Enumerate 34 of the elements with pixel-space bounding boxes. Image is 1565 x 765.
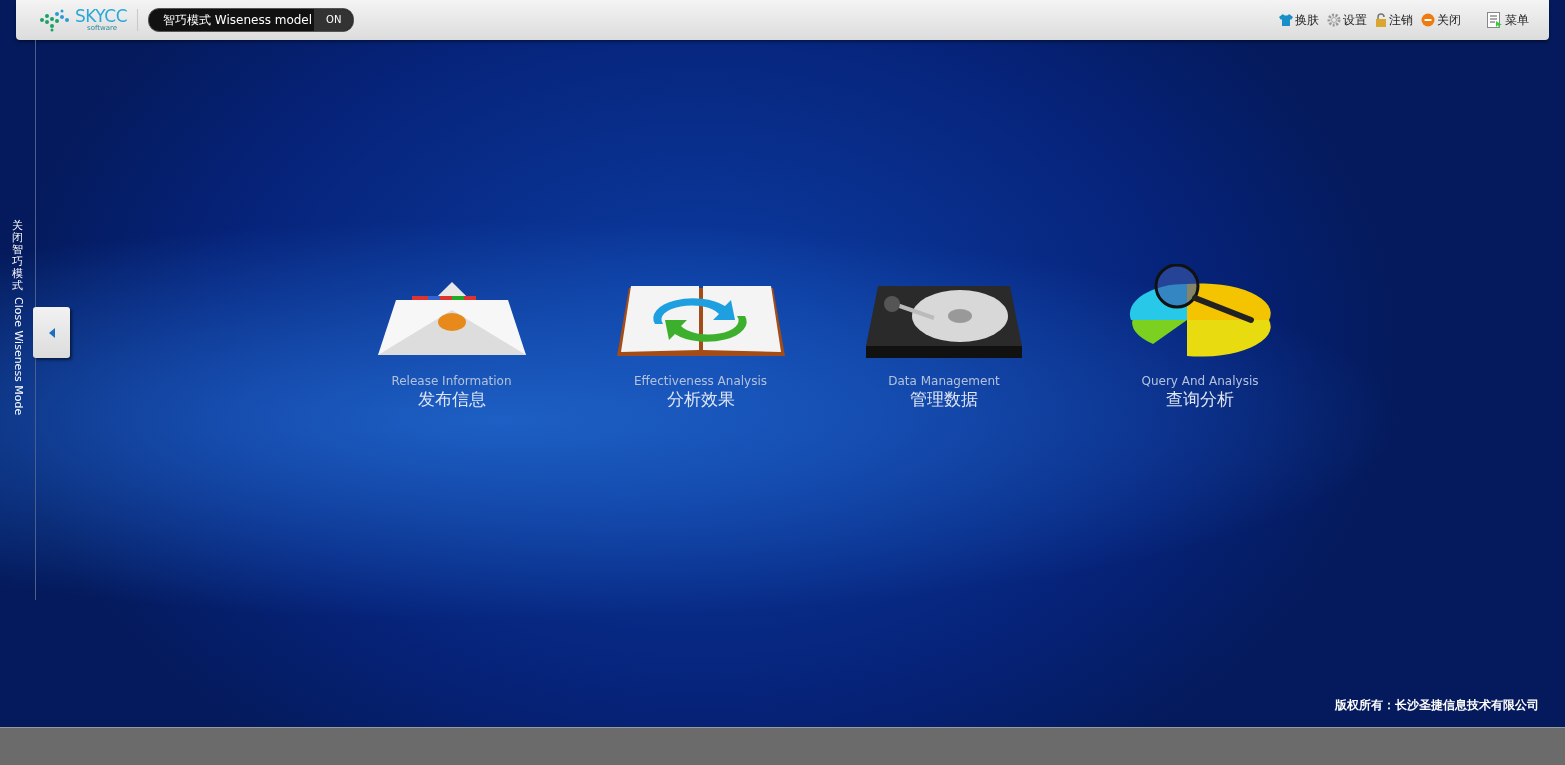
- settings-link[interactable]: 设置: [1327, 11, 1367, 29]
- menu-link[interactable]: 菜单: [1487, 11, 1529, 29]
- skin-link[interactable]: 换肤: [1279, 11, 1319, 29]
- module-tile[interactable]: Effectiveness Analysis 分析效果: [533, 260, 868, 411]
- copyright-text: 版权所有：长沙圣捷信息技术有限公司: [1335, 697, 1539, 714]
- close-link[interactable]: 关闭: [1421, 11, 1461, 29]
- close-icon: [1421, 13, 1435, 27]
- module-tile[interactable]: Data Management 管理数据: [868, 260, 1020, 411]
- logo-icon: [38, 8, 72, 32]
- module-title: 查询分析: [1166, 388, 1234, 411]
- padlock-icon: [1375, 13, 1387, 27]
- hard-drive-icon: [864, 284, 1024, 360]
- mode-toggle-label: 智巧模式 Wiseness model: [163, 11, 313, 29]
- caret-icon: [48, 327, 55, 338]
- toggle-state: ON: [314, 9, 354, 31]
- shirt-icon: [1279, 14, 1293, 26]
- module-tile[interactable]: Release Information 发布信息: [370, 260, 533, 411]
- module-title: 发布信息: [417, 388, 486, 411]
- pie-chart-with-magnifier-icon: [1127, 264, 1273, 360]
- module-title-english: Release Information: [391, 374, 512, 388]
- module-title-english: Effectiveness Analysis: [633, 374, 768, 388]
- menu-icon: [1487, 11, 1503, 29]
- module-tile[interactable]: Query And Analysis 查询分析: [1020, 260, 1380, 411]
- module-title-english: Query And Analysis: [1141, 374, 1259, 388]
- logo-text: SKYCC: [75, 8, 128, 25]
- sidebar-label[interactable]: 关闭智巧模式: [12, 220, 23, 293]
- mode-toggle[interactable]: 智巧模式 Wiseness model ON: [148, 8, 355, 32]
- logout-link[interactable]: 注销: [1375, 11, 1413, 29]
- sidebar-label-english[interactable]: Close Wiseness Mode: [11, 296, 25, 415]
- collapse-button[interactable]: [33, 307, 70, 358]
- module-title-english: Data Management: [888, 374, 1000, 388]
- module-title: 管理数据: [910, 388, 978, 411]
- settings-icon: [1327, 13, 1341, 27]
- module-title: 分析效果: [666, 388, 735, 411]
